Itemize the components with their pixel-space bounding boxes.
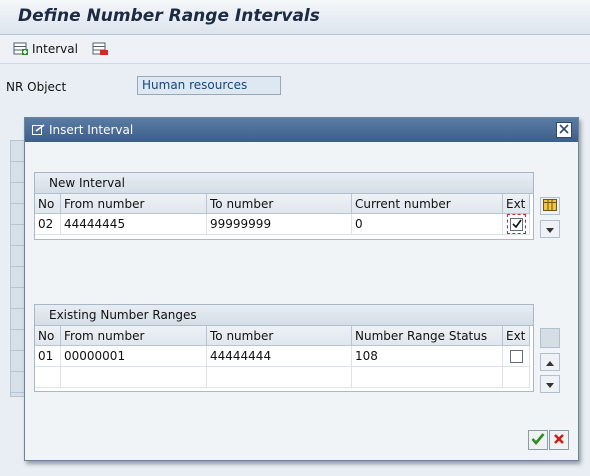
table-row: 02 44444445 99999999 0 — [35, 213, 530, 235]
scroll-down-button[interactable] — [540, 375, 560, 393]
column-settings-button[interactable] — [540, 197, 560, 215]
existing-ranges-heading: Existing Number Ranges — [35, 305, 533, 326]
delete-interval-icon — [92, 42, 108, 56]
col-ext: Ext — [502, 194, 530, 214]
cancel-button[interactable] — [549, 430, 569, 450]
col-current-number: Current number — [351, 194, 503, 214]
current-number-input[interactable]: 0 — [351, 213, 503, 235]
delete-interval-button[interactable] — [92, 40, 108, 58]
cell-from-number: 00000001 — [60, 345, 207, 367]
interval-button-label: Interval — [32, 42, 78, 56]
cell-range-status: 108 — [351, 345, 503, 367]
table-header-row: No From number To number Number Range St… — [35, 326, 530, 346]
ext-focus-ring — [506, 214, 526, 234]
new-interval-heading: New Interval — [35, 173, 533, 194]
toolbar: Interval — [0, 35, 590, 64]
insert-interval-icon — [13, 42, 29, 56]
new-interval-side-controls — [540, 197, 560, 238]
window-title: Define Number Range Intervals — [18, 6, 320, 26]
col-no: No — [35, 194, 61, 214]
cell-no: 02 — [35, 213, 61, 235]
table-header-row: No From number To number Current number … — [35, 194, 530, 214]
checkmark-icon — [531, 432, 545, 448]
col-ext: Ext — [502, 326, 530, 346]
existing-ranges-table: No From number To number Number Range St… — [35, 326, 530, 388]
cancel-icon — [553, 433, 565, 448]
checkmark-icon — [511, 219, 522, 229]
close-icon — [559, 123, 569, 137]
col-to-number: To number — [206, 194, 352, 214]
nr-object-label: NR Object — [6, 80, 67, 94]
col-range-status: Number Range Status — [351, 326, 503, 346]
col-from-number: From number — [60, 194, 207, 214]
scroll-up-button[interactable] — [540, 353, 560, 371]
scroll-down-button[interactable] — [540, 220, 560, 238]
scrollbar-thumb[interactable] — [540, 328, 560, 348]
arrow-down-icon — [546, 377, 554, 391]
existing-scrollbar[interactable] — [540, 328, 560, 393]
confirm-button[interactable] — [528, 430, 548, 450]
cell-ext — [502, 213, 530, 235]
ext-checkbox[interactable] — [509, 350, 523, 363]
nr-object-field[interactable]: Human resources — [137, 76, 281, 95]
insert-interval-dialog: Insert Interval New Interval No From num… — [24, 117, 579, 461]
table-row[interactable]: 01 00000001 44444444 108 — [35, 345, 530, 367]
new-interval-table: No From number To number Current number … — [35, 194, 530, 235]
dialog-title-bar: Insert Interval — [25, 118, 578, 142]
ext-checkbox[interactable] — [509, 218, 523, 231]
dialog-close-button[interactable] — [556, 122, 572, 138]
dialog-edit-icon — [32, 124, 45, 139]
table-row — [35, 366, 530, 388]
col-no: No — [35, 326, 61, 346]
window-title-bar: Define Number Range Intervals — [0, 0, 590, 35]
dialog-title: Insert Interval — [49, 123, 134, 137]
from-number-input[interactable]: 44444445 — [60, 213, 207, 235]
interval-button[interactable]: Interval — [13, 40, 78, 58]
cell-ext — [502, 345, 530, 367]
col-from-number: From number — [60, 326, 207, 346]
arrow-down-icon — [546, 222, 554, 236]
new-interval-group: New Interval No From number To number Cu… — [34, 172, 534, 240]
cell-to-number: 44444444 — [206, 345, 352, 367]
cell-no: 01 — [35, 345, 61, 367]
col-to-number: To number — [206, 326, 352, 346]
arrow-up-icon — [546, 355, 554, 369]
to-number-input[interactable]: 99999999 — [206, 213, 352, 235]
existing-ranges-group: Existing Number Ranges No From number To… — [34, 304, 534, 392]
table-settings-icon — [543, 198, 557, 214]
